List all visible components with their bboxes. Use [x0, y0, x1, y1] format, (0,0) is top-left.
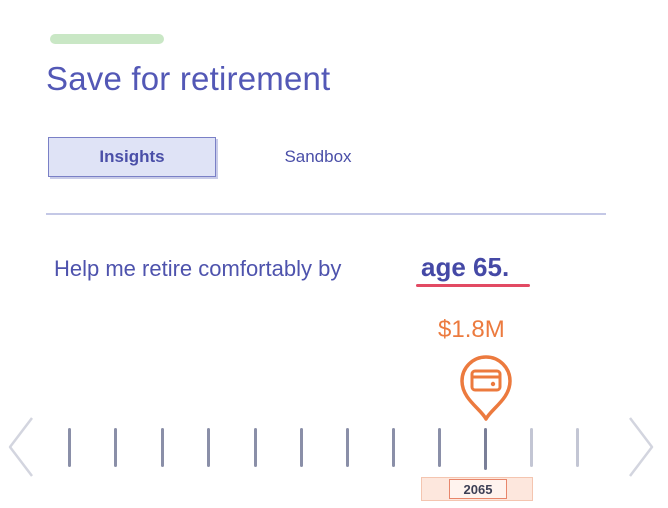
timeline-tick[interactable] [530, 428, 533, 467]
progress-indicator [50, 34, 164, 44]
timeline-tick[interactable] [254, 428, 257, 467]
timeline-tick[interactable] [438, 428, 441, 467]
age-underline [416, 284, 530, 287]
timeline-tick[interactable] [114, 428, 117, 467]
goal-statement: Help me retire comfortably by [54, 256, 342, 281]
timeline-tick[interactable] [207, 428, 210, 467]
chevron-right-icon[interactable] [626, 414, 656, 480]
timeline-tick[interactable] [161, 428, 164, 467]
timeline-tick[interactable] [300, 428, 303, 467]
projected-amount: $1.8M [438, 316, 505, 343]
tab-sandbox[interactable]: Sandbox [258, 137, 378, 177]
credit-card-icon [460, 355, 512, 421]
timeline-tick[interactable] [68, 428, 71, 467]
timeline-tick[interactable] [392, 428, 395, 467]
page-title: Save for retirement [46, 60, 331, 97]
retirement-age-selector[interactable]: age 65. [421, 252, 509, 283]
timeline-tick-selected[interactable] [484, 428, 487, 470]
chevron-left-icon[interactable] [6, 414, 36, 480]
section-divider [46, 213, 606, 215]
timeline-tick[interactable] [346, 428, 349, 467]
tab-insights[interactable]: Insights [48, 137, 216, 177]
selected-year-label: 2065 [449, 479, 507, 499]
timeline-tick[interactable] [576, 428, 579, 467]
